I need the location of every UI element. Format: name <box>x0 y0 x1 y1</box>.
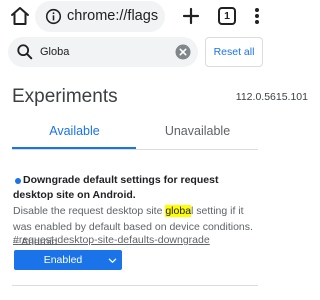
experiment-permalink[interactable]: #request-desktop-site-defaults-downgrade <box>13 234 210 246</box>
more-menu-button[interactable] <box>248 4 266 28</box>
reset-all-button[interactable]: Reset all <box>205 37 263 67</box>
page-title: Experiments <box>12 86 118 107</box>
search-box[interactable] <box>8 37 198 67</box>
search-match-highlight: globa <box>165 205 192 217</box>
tab-switcher-button[interactable]: 1 <box>215 4 239 28</box>
home-icon <box>11 7 29 25</box>
experiment-title: Downgrade default settings for request d… <box>13 174 219 201</box>
new-tab-button[interactable] <box>179 4 203 28</box>
flags-search-row: Reset all <box>0 34 270 72</box>
home-button[interactable] <box>8 4 32 28</box>
tab-switcher-icon: 1 <box>218 7 236 25</box>
browser-toolbar: chrome://flags 1 <box>0 0 270 34</box>
experiment-state-select[interactable]: Enabled <box>14 250 122 270</box>
clear-icon[interactable] <box>175 44 191 60</box>
search-input[interactable] <box>40 41 168 63</box>
tab-available[interactable]: Available <box>12 124 137 138</box>
experiment-divider <box>12 285 258 286</box>
tab-unavailable[interactable]: Unavailable <box>135 124 260 138</box>
address-bar[interactable]: chrome://flags <box>35 1 165 32</box>
tabs-divider <box>12 149 258 150</box>
url-text: chrome://flags <box>67 8 159 24</box>
experiment-description-text: Disable the request desktop site <box>13 205 166 217</box>
plus-icon <box>182 7 200 25</box>
chevron-down-icon <box>108 258 117 263</box>
more-vert-icon <box>255 8 259 24</box>
search-icon <box>17 44 33 60</box>
version-label: 112.0.5615.101 <box>235 91 308 103</box>
select-value: Enabled <box>43 254 83 266</box>
info-icon[interactable] <box>45 8 62 25</box>
